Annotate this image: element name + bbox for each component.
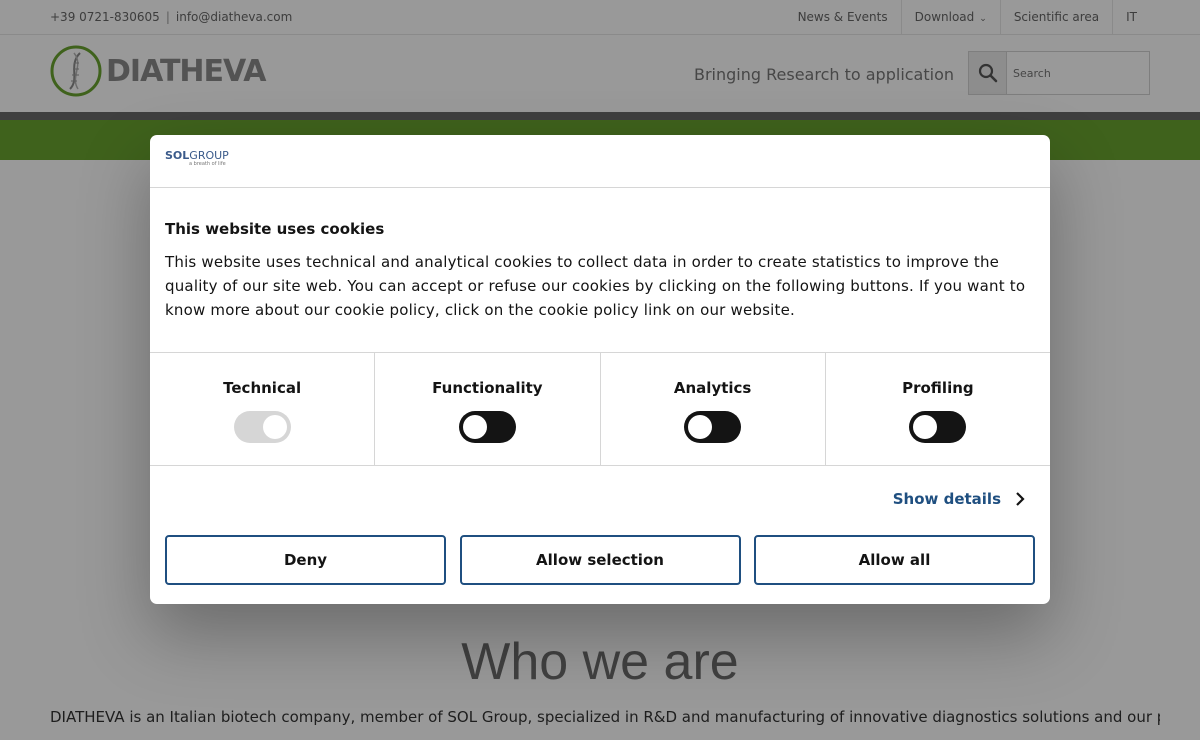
- dialog-buttons: Deny Allow selection Allow all: [165, 535, 1035, 585]
- category-technical-label: Technical: [223, 379, 302, 397]
- solgroup-logo: SOLGROUP a breath of life: [165, 149, 229, 167]
- category-profiling: Profiling: [824, 353, 1050, 465]
- category-profiling-label: Profiling: [902, 379, 974, 397]
- solgroup-logo-bold: SOL: [165, 149, 190, 162]
- dialog-header: SOLGROUP a breath of life: [150, 135, 1050, 188]
- cookie-consent-dialog: SOLGROUP a breath of life This website u…: [150, 135, 1050, 604]
- analytics-toggle[interactable]: [684, 411, 742, 443]
- category-analytics-label: Analytics: [673, 379, 752, 397]
- solgroup-logo-tagline: a breath of life: [189, 161, 226, 167]
- chevron-right-icon: [1016, 492, 1025, 506]
- category-analytics: Analytics: [599, 353, 825, 465]
- toggle-knob: [262, 415, 287, 439]
- allow-all-button[interactable]: Allow all: [754, 535, 1035, 585]
- cookie-categories: Technical Functionality Analytics Profil…: [150, 352, 1050, 466]
- category-functionality: Functionality: [374, 353, 599, 465]
- functionality-toggle[interactable]: [458, 411, 516, 443]
- dialog-body: This website uses cookies This website u…: [150, 188, 1050, 352]
- technical-toggle: [233, 411, 291, 443]
- category-functionality-label: Functionality: [432, 379, 543, 397]
- dialog-title: This website uses cookies: [165, 220, 385, 238]
- show-details-link[interactable]: Show details: [893, 490, 1025, 508]
- allow-selection-button[interactable]: Allow selection: [459, 535, 741, 585]
- dialog-text: This website uses technical and analytic…: [165, 253, 1026, 319]
- deny-button[interactable]: Deny: [165, 535, 446, 585]
- toggle-knob: [688, 415, 713, 439]
- profiling-toggle[interactable]: [909, 411, 967, 443]
- toggle-knob: [462, 415, 487, 439]
- toggle-knob: [913, 415, 938, 439]
- show-details-label: Show details: [892, 490, 1001, 508]
- category-technical: Technical: [150, 353, 374, 465]
